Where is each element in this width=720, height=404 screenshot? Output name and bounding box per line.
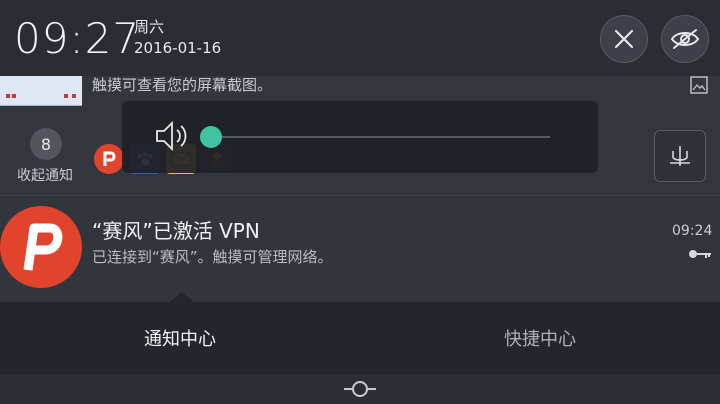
drag-handle-icon	[344, 381, 376, 397]
collapse-notifications-label[interactable]: 收起通知	[17, 165, 73, 185]
tab-notification-center[interactable]: 通知中心	[0, 302, 360, 374]
screenshot-thumbnail	[0, 76, 82, 106]
hide-notifications-button[interactable]	[661, 15, 709, 63]
psiphon-p-icon	[103, 151, 116, 166]
volume-panel	[122, 101, 598, 173]
tab-shortcut-center[interactable]: 快捷中心	[360, 302, 720, 374]
clock-time: 09:27	[14, 14, 141, 63]
trident-icon	[670, 146, 690, 166]
drag-handle-bar[interactable]	[0, 374, 720, 404]
vpn-notification[interactable]: “赛风”已激活 VPN 已连接到“赛风”。触摸可管理网络。 09:24	[0, 196, 720, 302]
screenshot-notification-text: 触摸可查看您的屏幕截图。	[92, 76, 273, 94]
status-header: 09:27 周六 2016-01-16	[0, 0, 720, 76]
image-icon	[690, 76, 708, 94]
active-tab-indicator	[170, 292, 194, 302]
close-icon	[614, 29, 634, 49]
eye-off-icon	[670, 29, 700, 49]
vpn-notification-title: “赛风”已激活 VPN	[92, 219, 260, 243]
date-label: 2016-01-16	[134, 39, 222, 57]
volume-slider-knob[interactable]	[200, 126, 222, 148]
tool-settings-button[interactable]	[654, 130, 706, 182]
psiphon-logo	[0, 206, 82, 288]
vpn-notification-subtitle: 已连接到“赛风”。触摸可管理网络。	[92, 248, 333, 266]
bottom-tab-bar: 通知中心 快捷中心	[0, 292, 720, 374]
date-block: 周六 2016-01-16	[134, 18, 221, 58]
clear-all-button[interactable]	[600, 15, 648, 63]
psiphon-app-icon	[94, 144, 124, 174]
volume-slider-track[interactable]	[210, 136, 550, 138]
screenshot-notification[interactable]: 触摸可查看您的屏幕截图。 8 收起通知	[0, 76, 720, 196]
speaker-icon	[156, 120, 187, 152]
psiphon-p-icon	[23, 223, 63, 271]
vpn-notification-time: 09:24	[672, 223, 713, 239]
notification-count-badge[interactable]: 8	[30, 128, 62, 160]
key-icon	[689, 250, 711, 258]
weekday-label: 周六	[134, 18, 165, 36]
